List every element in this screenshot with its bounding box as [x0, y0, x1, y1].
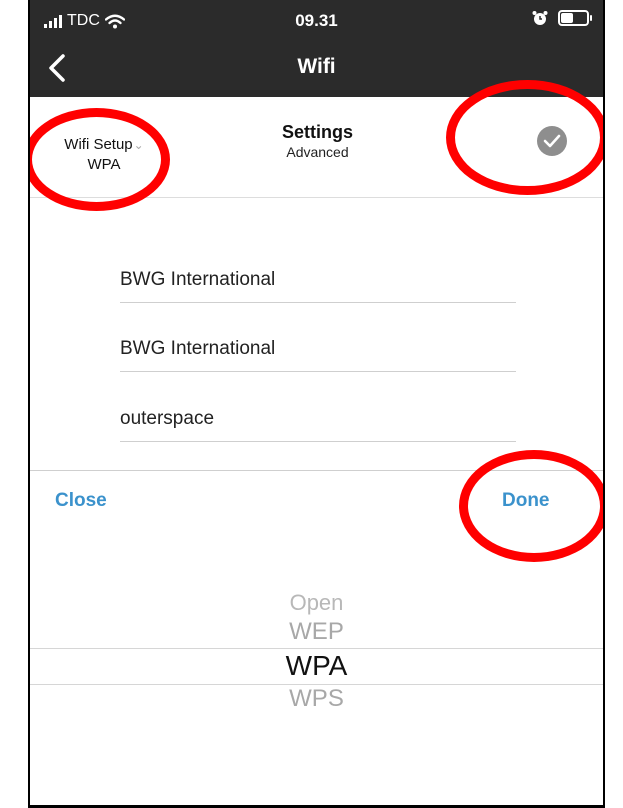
- security-type-picker[interactable]: Open WEP WPA WPS: [30, 532, 603, 805]
- network-name-input[interactable]: [120, 258, 516, 302]
- picker-option[interactable]: WEP: [30, 618, 603, 646]
- wifi-setup-selector[interactable]: Wifi Setup⌄ WPA: [30, 135, 178, 174]
- status-bar: TDC 09.31: [30, 0, 603, 38]
- settings-title-group: Settings Advanced: [260, 122, 375, 160]
- chevron-down-icon: ⌄: [133, 138, 144, 152]
- nav-title: Wifi: [297, 55, 336, 78]
- battery-level-fill: [561, 13, 574, 23]
- picker-selection-top-line: [30, 648, 603, 649]
- settings-subtitle: Advanced: [286, 144, 349, 160]
- ssid-input[interactable]: [120, 327, 516, 371]
- top-bar: TDC 09.31 Wifi: [30, 0, 603, 97]
- settings-title: Settings: [281, 122, 353, 142]
- picker-option[interactable]: Open: [30, 590, 603, 616]
- alarm-clock-icon: [532, 11, 548, 25]
- wifi-setup-value: WPA: [87, 156, 121, 173]
- battery-icon: [558, 10, 592, 26]
- status-right-group: [532, 10, 592, 26]
- password-field[interactable]: [120, 397, 516, 442]
- password-input[interactable]: [120, 397, 516, 441]
- phone-screen: TDC 09.31 Wifi Wifi Setup⌄ WPA Settings …: [28, 0, 605, 808]
- picker-option-selected[interactable]: WPA: [30, 650, 603, 682]
- ssid-field[interactable]: [120, 327, 516, 372]
- settings-header: Wifi Setup⌄ WPA Settings Advanced: [30, 97, 603, 198]
- confirm-button[interactable]: [537, 126, 567, 156]
- network-name-field[interactable]: [120, 258, 516, 303]
- status-time: 09.31: [295, 11, 338, 30]
- picker-toolbar: Close Done: [30, 470, 603, 533]
- picker-option[interactable]: WPS: [30, 685, 603, 713]
- close-button[interactable]: Close: [55, 490, 107, 512]
- checkmark-icon: [543, 134, 561, 148]
- done-button[interactable]: Done: [502, 490, 550, 512]
- wifi-setup-label: Wifi Setup: [64, 136, 133, 153]
